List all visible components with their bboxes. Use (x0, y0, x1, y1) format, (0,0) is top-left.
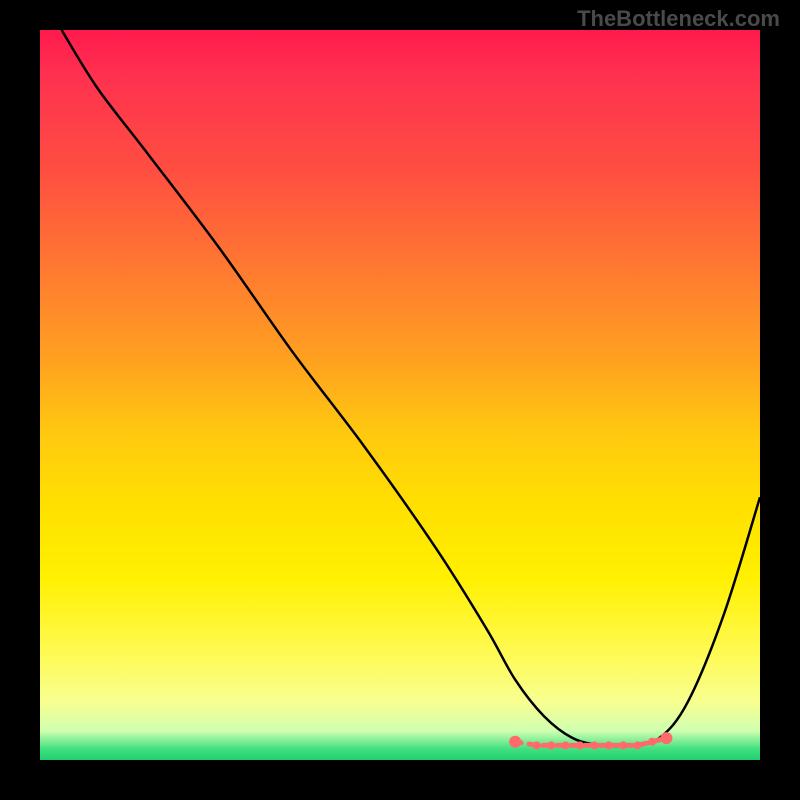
optimal-dot (590, 741, 598, 749)
bottleneck-curve-line (62, 30, 760, 746)
optimal-range-dots (509, 732, 672, 749)
optimal-dot (634, 741, 642, 749)
watermark-label: TheBottleneck.com (577, 6, 780, 32)
optimal-dot (533, 741, 541, 749)
optimal-dot (562, 741, 570, 749)
chart-container: TheBottleneck.com (0, 0, 800, 800)
optimal-dot (576, 741, 584, 749)
optimal-dot (619, 741, 627, 749)
optimal-dot (605, 741, 613, 749)
optimal-dot (509, 736, 521, 748)
optimal-dot (660, 732, 672, 744)
curve-svg (40, 30, 760, 760)
optimal-dot (547, 741, 555, 749)
optimal-dot (648, 738, 656, 746)
plot-area (40, 30, 760, 760)
